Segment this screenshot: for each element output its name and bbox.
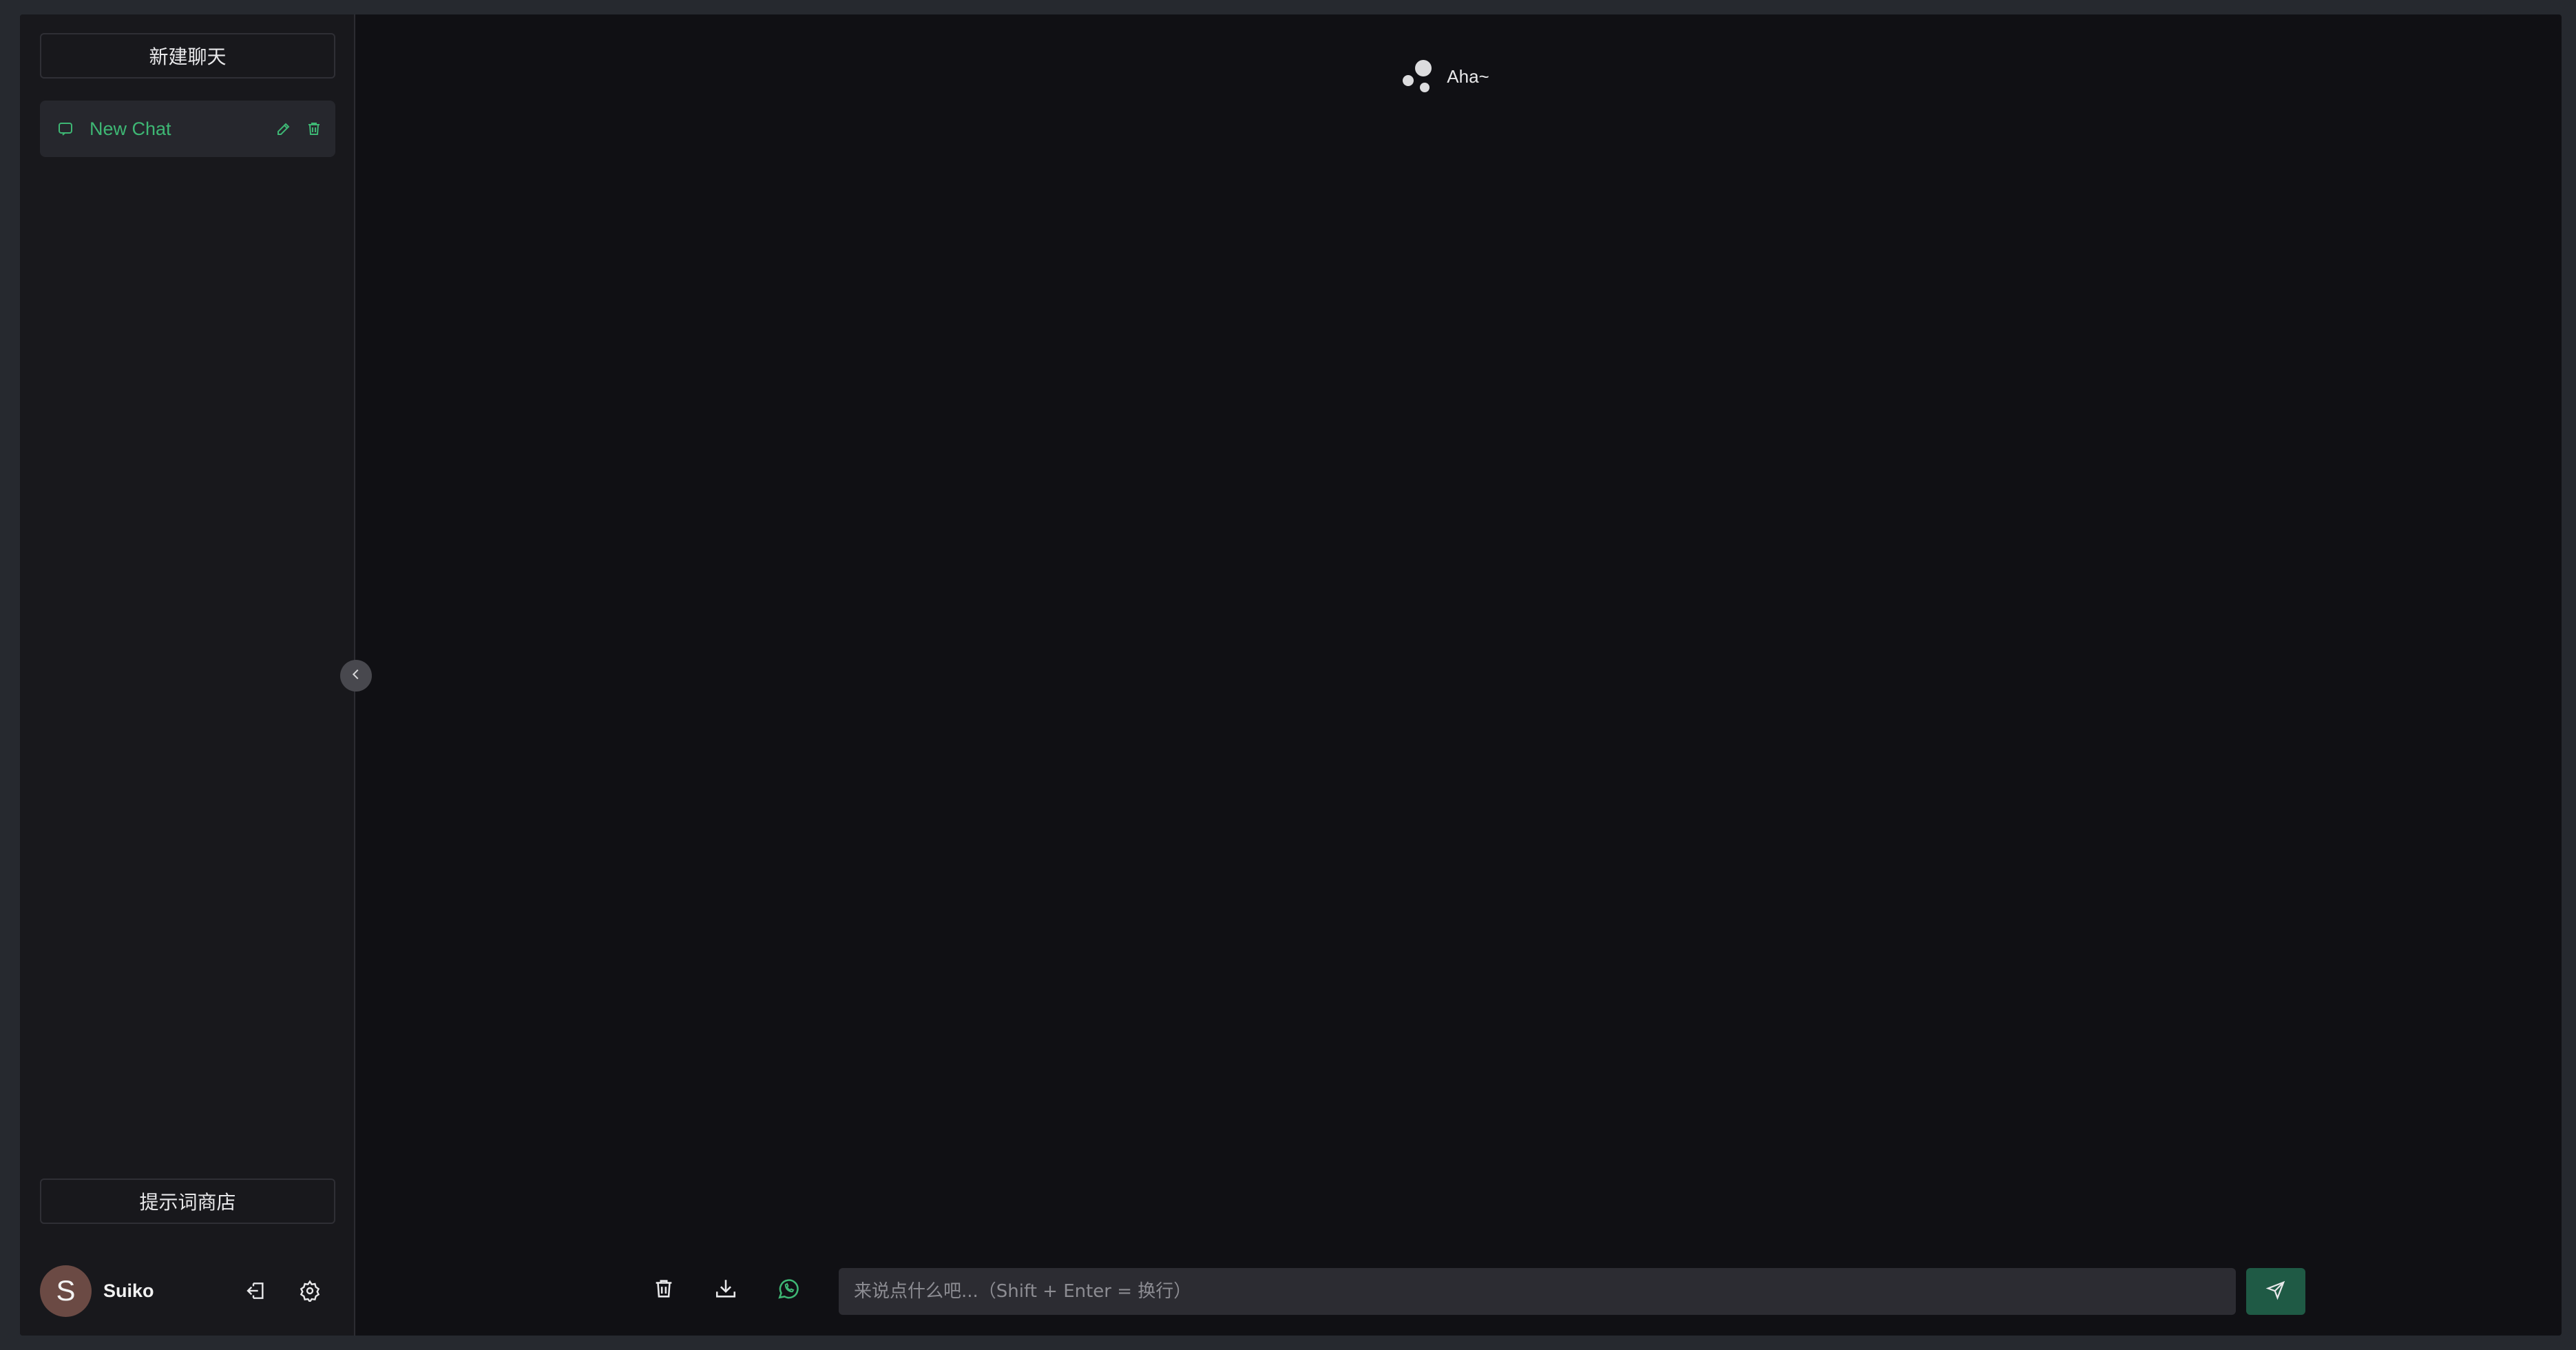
app-window: 新建聊天 New Chat 提示词商店 S Suiko Aha~ 来说点什么吧.…	[20, 14, 2562, 1336]
download-icon	[714, 1277, 737, 1304]
history-item-label: New Chat	[90, 118, 171, 139]
prompt-store-button[interactable]: 提示词商店	[40, 1178, 335, 1224]
chat-mode-button[interactable]	[774, 1276, 803, 1305]
send-icon	[2265, 1280, 2286, 1304]
sidebar-collapse-button[interactable]	[340, 660, 372, 692]
chat-icon	[56, 120, 74, 138]
avatar[interactable]: S	[40, 1265, 92, 1317]
main-chat-area: Aha~	[357, 14, 2562, 1336]
gear-icon[interactable]	[297, 1278, 323, 1304]
sidebar: 新建聊天 New Chat 提示词商店 S Suiko	[20, 14, 355, 1336]
send-button[interactable]	[2246, 1268, 2305, 1315]
chat-title: Aha~	[1447, 65, 1489, 87]
download-button[interactable]	[711, 1276, 740, 1305]
history-item-actions	[275, 120, 323, 138]
trash-icon[interactable]	[305, 120, 323, 138]
chat-header: Aha~	[357, 56, 2562, 97]
message-input[interactable]	[839, 1268, 2236, 1315]
new-chat-button[interactable]: 新建聊天	[40, 33, 335, 79]
logout-icon[interactable]	[243, 1278, 269, 1304]
username: Suiko	[103, 1280, 154, 1301]
clear-chat-button[interactable]	[649, 1276, 678, 1305]
bubbles-logo-icon	[1401, 59, 1434, 94]
user-actions	[243, 1278, 323, 1304]
chat-footer	[357, 1266, 2562, 1316]
whatsapp-icon	[777, 1277, 800, 1304]
edit-icon[interactable]	[275, 120, 293, 138]
user-block: S Suiko	[40, 1265, 335, 1317]
chevron-left-icon	[348, 667, 364, 685]
trash-icon	[652, 1277, 676, 1304]
history-item[interactable]: New Chat	[40, 101, 335, 157]
